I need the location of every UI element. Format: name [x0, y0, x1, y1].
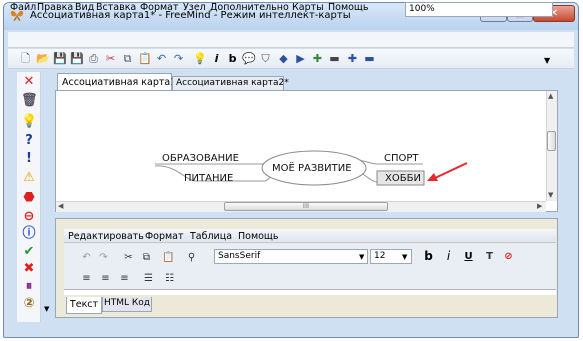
remove-icon[interactable]: ▬ [328, 52, 341, 65]
redo-icon[interactable]: ↷ [172, 52, 185, 65]
add-node-icon[interactable]: ✚ [311, 52, 324, 65]
chevron-down-icon[interactable]: ▼ [359, 253, 364, 261]
bold-icon[interactable]: b [422, 250, 435, 263]
arrow-left-icon[interactable]: ◆ [277, 52, 290, 65]
scroll-down-icon[interactable]: ▼ [548, 191, 553, 199]
speech-bubble-icon[interactable]: 💬 [242, 52, 256, 65]
tab-editor-text[interactable]: Текст [66, 297, 102, 314]
scroll-left-icon[interactable]: ◀ [58, 202, 63, 210]
node-education[interactable]: ОБРАЗОВАНИЕ [162, 153, 239, 164]
menu-node[interactable]: Узел [183, 2, 206, 13]
underline-icon[interactable]: U [462, 250, 475, 263]
question-icon[interactable]: ? [21, 133, 37, 149]
stop-icon[interactable]: ⬣ [21, 190, 37, 206]
menu-maps[interactable]: Карты [292, 2, 324, 13]
editor-menu-help[interactable]: Помощь [238, 231, 278, 242]
editor-menu-edit[interactable]: Редактировать [68, 231, 144, 242]
align-right-icon[interactable]: ≡ [118, 272, 131, 285]
exclamation-icon[interactable]: ! [21, 151, 37, 167]
trash-icon[interactable]: 🗑 [21, 93, 38, 109]
italic-icon[interactable]: i [442, 250, 455, 263]
save-as-icon[interactable]: 💾 [70, 52, 84, 65]
node-sport[interactable]: СПОРТ [384, 153, 419, 164]
copy-icon[interactable]: ⧉ [121, 52, 134, 65]
warning-icon[interactable]: ⚠ [21, 170, 37, 186]
bulb-icon[interactable]: 💡 [193, 52, 207, 65]
menu-insert[interactable]: Вставка [96, 2, 136, 13]
font-family-select[interactable]: SansSerif [214, 249, 368, 264]
text-color-icon[interactable]: T [483, 250, 496, 263]
cut-icon[interactable]: ✂ [122, 251, 135, 264]
find-binoculars-icon[interactable]: ⚲ [185, 251, 198, 264]
menu-edit[interactable]: Правка [37, 2, 73, 13]
menubar [8, 32, 574, 48]
open-folder-icon[interactable]: 📂 [36, 52, 50, 65]
menu-tools[interactable]: Дополнительно [210, 2, 289, 13]
pause-icon[interactable]: ⏸ [21, 279, 37, 295]
menu-view[interactable]: Вид [75, 2, 94, 13]
paste-icon[interactable]: 📋 [162, 251, 175, 264]
new-file-icon[interactable]: 🗋 [19, 52, 32, 65]
scroll-up-icon[interactable]: ▲ [548, 92, 553, 100]
menu-file[interactable]: Файл [10, 2, 36, 13]
bullet-list-icon[interactable]: ☰ [142, 272, 155, 285]
zoom-in-icon[interactable]: ✚ [346, 52, 359, 65]
editor-menu-format[interactable]: Формат [145, 231, 184, 242]
horizontal-scroll-thumb[interactable]: III [224, 202, 388, 211]
delete-x-icon[interactable]: ✕ [21, 74, 37, 90]
minus-circle-icon[interactable]: ⊖ [21, 209, 37, 225]
filter-icon[interactable]: ⛉ [259, 52, 272, 65]
undo-icon[interactable]: ↶ [155, 52, 168, 65]
mindmap-edges [154, 150, 468, 186]
align-left-icon[interactable]: ≡ [80, 272, 93, 285]
checkmark-icon[interactable]: ✔ [21, 244, 37, 260]
vertical-scroll-thumb[interactable] [547, 131, 556, 151]
chevron-down-icon[interactable]: ▼ [402, 253, 407, 261]
tab-map2[interactable]: Ассоциативная карта2* [172, 76, 289, 90]
scroll-right-icon[interactable]: ▶ [537, 202, 542, 210]
tab-editor-html[interactable]: HTML Код [102, 297, 152, 312]
node-nutrition[interactable]: ПИТАНИЕ [184, 173, 233, 184]
bulb-icon[interactable]: 💡 [21, 114, 37, 130]
bold-icon[interactable]: b [226, 52, 239, 65]
info-icon[interactable]: ⓘ [21, 226, 37, 242]
chevron-down-icon[interactable]: ▼ [544, 56, 550, 65]
print-icon[interactable]: ⎙ [87, 52, 100, 65]
cut-icon[interactable]: ✂ [104, 52, 117, 65]
undo-icon[interactable]: ↶ [80, 251, 93, 264]
clear-format-icon[interactable]: ⊘ [502, 250, 515, 263]
arrow-right-icon[interactable]: ▶ [294, 52, 307, 65]
align-center-icon[interactable]: ≡ [99, 272, 112, 285]
copy-icon[interactable]: ⧉ [140, 251, 153, 264]
save-icon[interactable]: 💾 [53, 52, 67, 65]
editor-text-area[interactable] [64, 289, 556, 295]
editor-menu-table[interactable]: Таблица [190, 231, 232, 242]
menu-help[interactable]: Помощь [328, 2, 368, 13]
redo-icon[interactable]: ↷ [97, 251, 110, 264]
red-x-icon[interactable]: ✖ [21, 261, 37, 277]
paste-icon[interactable]: 📋 [138, 52, 152, 65]
number-two-icon[interactable]: ② [21, 296, 37, 312]
zoom-select[interactable]: 100% [405, 2, 553, 17]
zoom-out-icon[interactable]: ▬ [363, 52, 376, 65]
node-root[interactable]: МОЁ РАЗВИТИЕ [272, 163, 352, 174]
red-arrow-line [434, 162, 468, 179]
italic-icon[interactable]: i [210, 52, 223, 65]
numbered-list-icon[interactable]: ☷ [163, 272, 176, 285]
node-hobby[interactable]: ХОББИ [385, 173, 421, 184]
chevron-down-icon[interactable]: ▼ [44, 305, 49, 313]
menu-format[interactable]: Формат [140, 2, 179, 13]
tab-map1[interactable]: Ассоциативная карта1* [57, 73, 181, 90]
